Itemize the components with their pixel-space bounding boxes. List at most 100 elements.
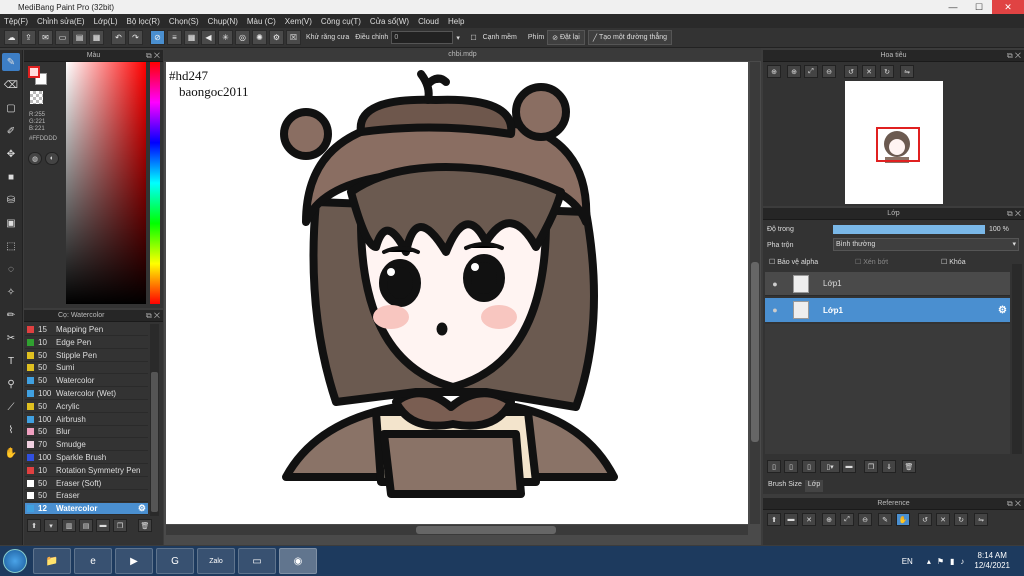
fit-window-icon[interactable]: ⤢ [804,65,818,78]
menu-window[interactable]: Cửa sổ(W) [370,17,409,26]
delete-layer-icon[interactable]: 🗑 [902,460,916,473]
brush-item[interactable]: 50 Eraser [25,490,148,503]
palette-icon[interactable]: ◍ [28,152,42,165]
tab-layer[interactable]: Lớp [804,480,824,492]
hue-slider[interactable] [150,62,160,304]
undo-icon[interactable]: ↶ [111,30,126,45]
layer-row-selected[interactable]: ● Lớp1 ⚙ [765,298,1010,322]
document-tab[interactable]: chbi.mdp [164,48,761,61]
flip-icon[interactable]: ⇋ [900,65,914,78]
brush-item[interactable]: 50 Acrylic [25,401,148,413]
new-halftone-layer-icon[interactable]: ▯ [784,460,798,473]
brush-item[interactable]: 100 Airbrush [25,414,148,426]
brush-item[interactable]: 50 Sumi [25,362,148,375]
reset-rotation-icon[interactable]: ✕ [862,65,876,78]
magic-wand-tool-icon[interactable]: ✧ [2,283,20,301]
select-pen-tool-icon[interactable]: ✏ [2,306,20,324]
page-icon[interactable]: ▤ [72,30,87,45]
snap-vanish-icon[interactable]: ◀ [201,30,216,45]
rotate-left-icon[interactable]: ↺ [844,65,858,78]
layer-list-scrollbar[interactable] [1012,264,1022,454]
menu-color[interactable]: Màu (C) [247,17,276,26]
zoom-out-icon[interactable]: ⊖ [822,65,836,78]
bucket-tool-icon[interactable]: ⛁ [2,191,20,209]
reference-close-icon[interactable]: ✕ [802,513,816,526]
text-tool-icon[interactable]: T [2,352,20,370]
close-icon[interactable]: ⧉ ✕ [146,51,160,61]
start-button[interactable] [0,546,30,576]
delete-brush-icon[interactable]: 🗑 [138,519,152,532]
minimize-button[interactable]: — [940,0,966,14]
duplicate-layer-icon[interactable]: ❐ [864,460,878,473]
chevron-down-icon[interactable]: ▾ [456,34,464,42]
snap-grid-icon[interactable]: ▦ [184,30,199,45]
lasso-tool-icon[interactable]: ◌ [2,260,20,278]
close-icon[interactable]: ⧉ ✕ [1007,209,1021,219]
operation-tool-icon[interactable]: ⚲ [2,375,20,393]
taskbar-media[interactable]: ▶ [115,548,153,574]
taskbar-medibang[interactable]: ◉ [279,548,317,574]
snap-off-icon[interactable]: ⊘ [150,30,165,45]
upload-icon[interactable]: ⇪ [21,30,36,45]
chat-icon[interactable]: ✉ [38,30,53,45]
brush-item[interactable]: 50 Blur [25,426,148,439]
brush-item[interactable]: 100 Watercolor (Wet) [25,388,148,400]
menu-select[interactable]: Chọn(S) [169,17,199,26]
fill-shape-tool-icon[interactable]: ■ [2,168,20,186]
menu-snap[interactable]: Chụp(N) [208,17,238,26]
language-indicator[interactable]: EN [902,557,913,566]
reference-flip-icon[interactable]: ⇋ [974,513,988,526]
navigator-viewport-box[interactable] [876,127,920,162]
reference-eyedropper-icon[interactable]: ✎ [878,513,892,526]
smooth-checkbox[interactable]: ☐ [470,34,476,42]
settings-icon[interactable]: ⚙ [269,30,284,45]
add-brush-icon[interactable]: ⬆ [27,519,41,532]
taskbar-zalo[interactable]: Zalo [197,548,235,574]
gradient-tool-icon[interactable]: ▣ [2,214,20,232]
reference-rotate-left-icon[interactable]: ↺ [918,513,932,526]
lock-checkbox[interactable]: ☐ Khóa [941,258,966,266]
rotate-right-icon[interactable]: ↻ [880,65,894,78]
tab-brush-size[interactable]: Brush Size [765,480,805,492]
brush-settings-icon[interactable]: ▥ [62,519,76,532]
layer-row[interactable]: ● Lớp1 [765,272,1010,296]
taskbar-app[interactable]: ▭ [238,548,276,574]
menu-help[interactable]: Help [448,17,464,26]
brush-item[interactable]: 12 Watercolor ⚙ [25,503,148,516]
foreground-color-swatch[interactable] [28,66,40,78]
reference-open-icon[interactable]: ▬ [784,513,798,526]
reference-upload-icon[interactable]: ⬆ [767,513,781,526]
brush-duplicate-icon[interactable]: ❐ [113,519,127,532]
reference-fit-icon[interactable]: ⤢ [840,513,854,526]
color-picker-square[interactable] [66,62,146,304]
menu-tools[interactable]: Công cụ(T) [321,17,361,26]
brush-item[interactable]: 10 Edge Pen [25,337,148,349]
taskbar-explorer[interactable]: 📁 [33,548,71,574]
snap-parallel-icon[interactable]: ≡ [167,30,182,45]
reference-hand-icon[interactable]: ✋ [896,513,910,526]
transparent-color-swatch[interactable] [30,91,43,104]
brush-folder-icon[interactable]: ▬ [96,519,110,532]
clip-checkbox[interactable]: ☐ Xén bớt [855,258,888,266]
zoom-in-icon[interactable]: ⊕ [787,65,801,78]
reset-button[interactable]: ⊘ Đặt lại [547,30,585,45]
cloud-icon[interactable]: ☁ [4,30,19,45]
taskbar-ie[interactable]: e [74,548,112,574]
new-layer-icon[interactable]: ▯ [767,460,781,473]
reference-reset-icon[interactable]: ✕ [936,513,950,526]
close-icon[interactable]: ⧉ ✕ [1007,51,1021,61]
eye-icon[interactable]: ● [765,305,785,315]
reference-zoom-in-icon[interactable]: ⊕ [822,513,836,526]
drawing-canvas[interactable]: #hd247 baongoc2011 [166,62,748,524]
clock[interactable]: 8:14 AM 12/4/2021 [974,551,1010,571]
new-layer-dropdown-icon[interactable]: ▯▾ [820,460,840,473]
canvas-vertical-scrollbar[interactable] [750,62,760,524]
menu-file[interactable]: Tệp(F) [4,17,28,26]
selection-tool-icon[interactable]: ⬚ [2,237,20,255]
dot-tool-icon[interactable]: ✐ [2,122,20,140]
snap-curve-icon[interactable]: ✺ [252,30,267,45]
reference-rotate-right-icon[interactable]: ↻ [954,513,968,526]
brush-item[interactable]: 15 Mapping Pen [25,324,148,336]
close-icon[interactable]: ⧉ ✕ [146,311,160,321]
brush-item[interactable]: 50 Eraser (Soft) [25,478,148,490]
